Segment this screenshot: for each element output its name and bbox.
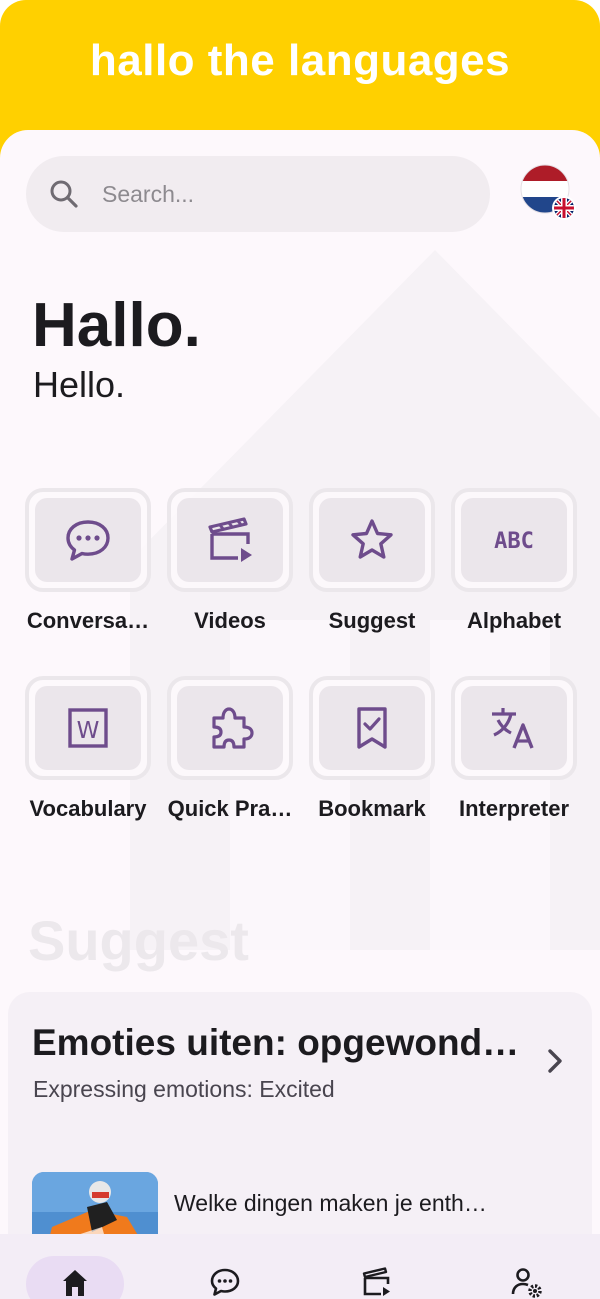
puzzle-icon (212, 707, 254, 749)
main-sheet: Hallo. Hello. Conversa… (0, 130, 600, 1299)
tile-label: Vocabulary (29, 796, 147, 821)
greeting-title: Hallo. (32, 291, 201, 360)
user-settings-icon (511, 1268, 542, 1298)
search-input[interactable] (102, 170, 472, 218)
card-title: Emoties uiten: opgewond… (32, 1022, 520, 1063)
uk-flag-icon (552, 196, 576, 220)
svg-text:ABC: ABC (494, 529, 534, 554)
abc-icon: ABC (494, 529, 534, 554)
bottom-navigation (0, 1234, 600, 1299)
section-title-suggest: Suggest (28, 909, 249, 972)
app-shell: hallo the languages Search... Hallo. Hel… (0, 0, 600, 1299)
tile-suggest[interactable]: Suggest (309, 488, 435, 634)
bookmark-check-icon (357, 707, 387, 749)
tile-label: Bookmark (318, 796, 426, 821)
nav-home[interactable] (25, 1234, 125, 1299)
tile-alphabet[interactable]: ABC Alphabet (451, 488, 577, 634)
tile-label: Alphabet (466, 608, 562, 633)
chevron-right-icon[interactable] (540, 1046, 570, 1076)
word-doc-icon: W (68, 708, 108, 748)
language-flag-button[interactable] (520, 164, 578, 222)
tile-label: Interpreter (458, 796, 570, 821)
tile-label: Conversa… (26, 608, 150, 633)
tile-label: Suggest (328, 608, 416, 633)
greeting-translation: Hello. (33, 364, 126, 405)
tile-interpreter[interactable]: Interpreter (451, 676, 577, 822)
clapperboard-icon (208, 517, 252, 562)
search-icon (50, 180, 78, 208)
tile-videos[interactable]: Videos (167, 488, 293, 634)
search-bar[interactable] (26, 156, 490, 232)
app-title: hallo the languages (89, 36, 511, 85)
star-icon (351, 519, 393, 559)
tile-quick-practice[interactable]: Quick Pra… (167, 676, 293, 822)
nav-profile-settings[interactable] (477, 1234, 577, 1299)
clapperboard-icon (362, 1267, 390, 1296)
translate-icon (492, 708, 534, 749)
svg-text:W: W (77, 718, 100, 744)
home-icon (63, 1270, 87, 1296)
tile-bookmark[interactable]: Bookmark (309, 676, 435, 822)
tile-label: Videos (194, 608, 266, 633)
tile-conversation[interactable]: Conversa… (25, 488, 151, 634)
nav-conversations[interactable] (175, 1234, 275, 1299)
tile-vocabulary[interactable]: W Vocabulary (25, 676, 151, 822)
nav-videos[interactable] (326, 1234, 426, 1299)
tile-label: Quick Pra… (167, 796, 293, 821)
suggest-item-text[interactable]: Welke dingen maken je enth… (174, 1190, 504, 1217)
chat-icon (210, 1268, 240, 1296)
card-subtitle: Expressing emotions: Excited (33, 1076, 335, 1102)
chat-bubble-icon (66, 520, 110, 561)
